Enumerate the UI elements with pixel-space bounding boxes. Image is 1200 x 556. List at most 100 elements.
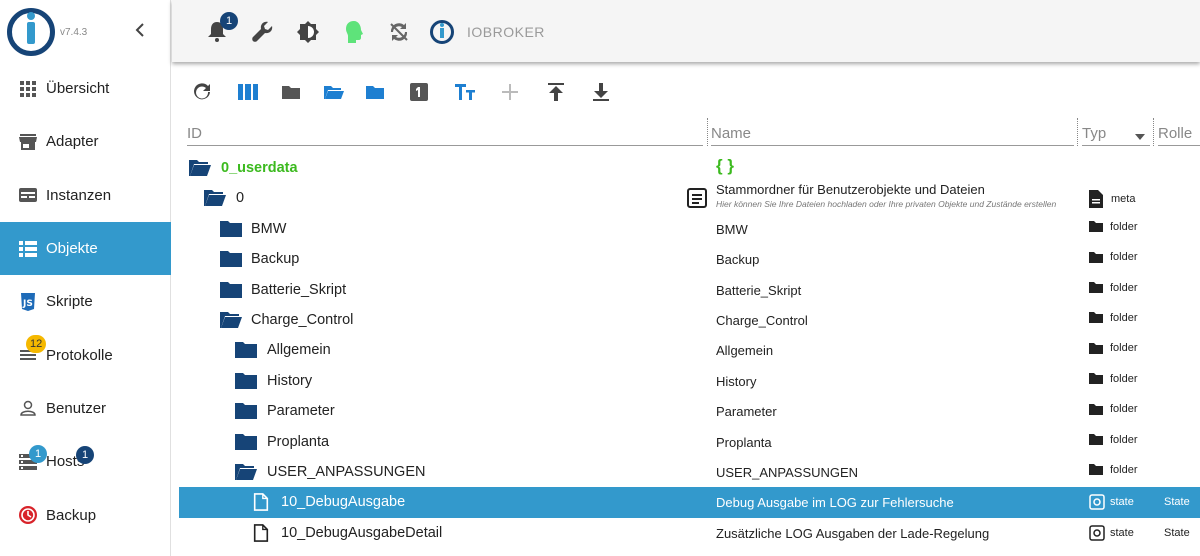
text-format-icon bbox=[455, 84, 475, 100]
object-id: USER_ANPASSUNGEN bbox=[267, 463, 426, 480]
table-row[interactable] bbox=[179, 548, 1200, 556]
refresh-icon bbox=[194, 83, 210, 100]
column-header-typ[interactable]: Typ bbox=[1082, 119, 1106, 147]
brand-name: IOBROKER bbox=[467, 24, 545, 40]
folder-type-icon bbox=[1089, 282, 1103, 294]
sidebar-item-hosts[interactable]: Hosts 1 1 bbox=[0, 435, 171, 488]
folder-icon[interactable] bbox=[235, 372, 257, 390]
view-columns-icon bbox=[238, 84, 258, 100]
object-type: folder bbox=[1089, 342, 1138, 354]
add-object-button[interactable] bbox=[498, 80, 522, 104]
js-icon: JS bbox=[18, 292, 38, 312]
table-row[interactable]: Batterie_Skript Batterie_Skript folder bbox=[179, 275, 1200, 305]
sidebar-item-adapter[interactable]: Adapter bbox=[0, 115, 171, 168]
table-row[interactable]: Parameter Parameter folder bbox=[179, 396, 1200, 426]
object-name: Proplanta bbox=[716, 434, 772, 450]
folder-open-icon[interactable] bbox=[220, 311, 242, 329]
upload-button[interactable] bbox=[544, 80, 568, 104]
object-role: State bbox=[1164, 496, 1190, 509]
sidebar-item-objekte[interactable]: Objekte bbox=[0, 221, 171, 276]
table-row[interactable]: 10_DebugAusgabeDetail Zusätzliche LOG Au… bbox=[179, 518, 1200, 548]
object-description: Hier können Sie Ihre Dateien hochladen o… bbox=[716, 199, 1057, 210]
version-label: v7.4.3 bbox=[60, 27, 88, 38]
column-header-name[interactable]: Name bbox=[711, 119, 751, 147]
protokolle-badge: 12 bbox=[26, 335, 47, 354]
table-row[interactable]: USER_ANPASSUNGEN USER_ANPASSUNGEN folder bbox=[179, 457, 1200, 487]
columns-button[interactable] bbox=[236, 80, 260, 104]
sidebar-item-label: Benutzer bbox=[46, 399, 107, 417]
download-icon bbox=[593, 83, 609, 101]
sidebar-item-protokolle[interactable]: Protokolle 12 bbox=[0, 328, 171, 381]
table-row[interactable]: BMW BMW folder bbox=[179, 214, 1200, 244]
expand-level-button[interactable] bbox=[407, 80, 431, 104]
column-header-rolle[interactable]: Rolle bbox=[1158, 119, 1192, 147]
sidebar: v7.4.3 Übersicht Adapter Instanzen Objek… bbox=[0, 0, 171, 556]
object-type: folder bbox=[1089, 434, 1138, 446]
folder-icon[interactable] bbox=[235, 341, 257, 359]
notification-badge: 1 bbox=[220, 12, 238, 30]
sidebar-item-label: Backup bbox=[46, 506, 97, 524]
object-name: Parameter bbox=[716, 404, 777, 420]
sidebar-item-backup[interactable]: Backup bbox=[0, 488, 171, 541]
text-size-button[interactable] bbox=[453, 80, 477, 104]
object-id: Proplanta bbox=[267, 433, 330, 450]
table-row[interactable]: History History folder bbox=[179, 366, 1200, 396]
table-row[interactable]: 0_userdata { } bbox=[179, 153, 1200, 183]
sidebar-item-label: Skripte bbox=[46, 293, 93, 311]
iobroker-logo[interactable] bbox=[7, 8, 55, 56]
sidebar-item-label: Protokolle bbox=[46, 346, 113, 364]
plus-icon bbox=[502, 84, 518, 100]
folder-icon[interactable] bbox=[235, 433, 257, 451]
sidebar-item-instanzen[interactable]: Instanzen bbox=[0, 169, 171, 222]
sidebar-item-uebersicht[interactable]: Übersicht bbox=[0, 62, 171, 115]
object-name: Batterie_Skript bbox=[716, 282, 802, 298]
folder-icon[interactable] bbox=[220, 281, 242, 299]
object-type: folder bbox=[1089, 464, 1138, 476]
logo-area: v7.4.3 bbox=[0, 0, 171, 62]
settings-button[interactable] bbox=[251, 20, 275, 44]
table-row[interactable]: Proplanta Proplanta folder bbox=[179, 427, 1200, 457]
object-id: 10_DebugAusgabe bbox=[281, 494, 406, 511]
sidebar-item-skripte[interactable]: JS Skripte bbox=[0, 275, 171, 328]
name-filter-underline bbox=[711, 145, 1074, 146]
folder-icon[interactable] bbox=[220, 250, 242, 268]
table-row[interactable]: 0 Stammordner für Benutzerobjekte und Da… bbox=[179, 182, 1200, 213]
typ-dropdown-arrow-icon[interactable] bbox=[1135, 127, 1145, 145]
sync-disabled-icon bbox=[390, 23, 408, 41]
folder-open-icon[interactable] bbox=[235, 463, 257, 481]
store-icon bbox=[18, 132, 38, 152]
object-id: 10_DebugAusgabeDetail bbox=[281, 524, 443, 541]
sidebar-nav: Übersicht Adapter Instanzen Objekte JS S… bbox=[0, 62, 171, 542]
folder-icon[interactable] bbox=[220, 220, 242, 238]
expand-all-button[interactable] bbox=[322, 80, 346, 104]
folder-icon[interactable] bbox=[235, 402, 257, 420]
object-type: folder bbox=[1089, 403, 1138, 415]
collapse-sidebar-button[interactable] bbox=[134, 22, 146, 43]
column-header-id[interactable]: ID bbox=[187, 119, 202, 147]
sync-disabled-button[interactable] bbox=[387, 20, 411, 44]
refresh-button[interactable] bbox=[190, 80, 214, 104]
sidebar-item-label: Objekte bbox=[46, 240, 98, 258]
table-row[interactable]: Allgemein Allgemein folder bbox=[179, 335, 1200, 365]
table-row[interactable]: Backup Backup folder bbox=[179, 244, 1200, 274]
object-id: Backup bbox=[251, 251, 300, 268]
object-id: 0 bbox=[236, 190, 245, 207]
theme-button[interactable] bbox=[296, 20, 320, 44]
id-filter-underline bbox=[187, 145, 703, 146]
collapse-all-button[interactable] bbox=[363, 80, 387, 104]
folder-open-icon[interactable] bbox=[189, 159, 211, 177]
object-id: 0_userdata bbox=[221, 160, 298, 176]
table-row[interactable]: Charge_Control Charge_Control folder bbox=[179, 305, 1200, 335]
table-row-selected[interactable]: 10_DebugAusgabe Debug Ausgabe im LOG zur… bbox=[179, 487, 1200, 518]
folder-open-icon[interactable] bbox=[204, 189, 226, 207]
folder-type-icon bbox=[1089, 373, 1103, 385]
file-outline-icon bbox=[253, 493, 269, 512]
typ-filter-underline bbox=[1082, 145, 1150, 146]
object-type: state bbox=[1089, 524, 1134, 541]
download-button[interactable] bbox=[589, 80, 613, 104]
sidebar-item-benutzer[interactable]: Benutzer bbox=[0, 382, 171, 435]
expert-mode-button[interactable] bbox=[342, 20, 366, 44]
list-icon bbox=[18, 239, 38, 259]
folder-button[interactable] bbox=[279, 80, 303, 104]
instances-icon bbox=[18, 185, 38, 205]
